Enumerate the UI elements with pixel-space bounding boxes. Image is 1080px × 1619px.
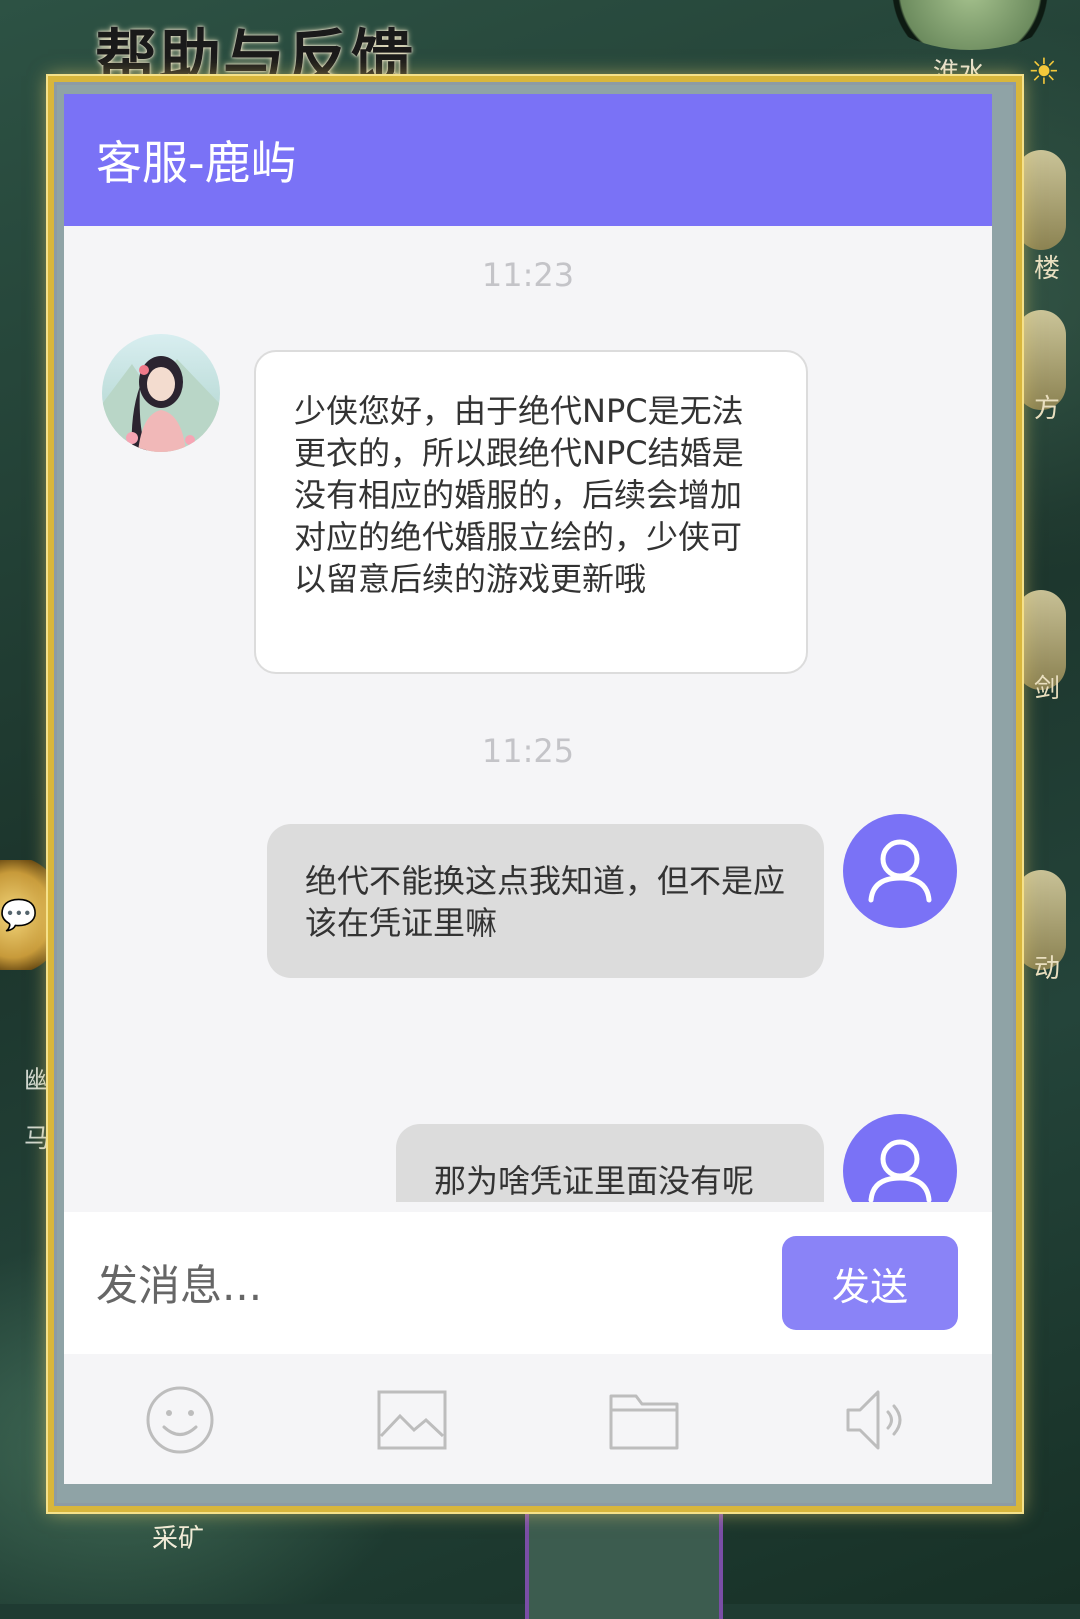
image-icon[interactable]: [376, 1384, 448, 1456]
folder-icon[interactable]: [608, 1384, 680, 1456]
agent-avatar[interactable]: [102, 334, 220, 452]
speaker-icon[interactable]: [840, 1384, 912, 1456]
side-label: 马: [24, 1124, 51, 1154]
user-message-bubble[interactable]: 那为啥凭证里面没有呢: [396, 1124, 824, 1202]
message-text: 绝代不能换这点我知道，但不是应该在凭证里嘛: [305, 862, 786, 942]
emoji-icon[interactable]: [144, 1384, 216, 1456]
chat-area[interactable]: 11:23 少侠您好，由于绝代NPC是无法更衣的，所以跟绝代NPC结婚是没有相应…: [64, 226, 992, 1202]
user-message-bubble[interactable]: 绝代不能换这点我知道，但不是应该在凭证里嘛: [267, 824, 824, 978]
side-label: 幽: [24, 1066, 51, 1096]
side-label: 动: [1033, 954, 1060, 984]
timestamp: 11:23: [481, 256, 575, 294]
side-menu-icon[interactable]: [1016, 150, 1066, 250]
toolbar: [64, 1354, 992, 1484]
user-icon: [868, 1139, 932, 1202]
dialog-header: 客服-鹿屿: [64, 94, 992, 226]
input-bar: 发送: [64, 1212, 992, 1354]
dialog-title: 客服-鹿屿: [96, 136, 297, 190]
user-icon: [868, 839, 932, 903]
sun-icon: ☀: [1027, 52, 1060, 93]
agent-portrait-icon: [102, 356, 220, 452]
message-text: 少侠您好，由于绝代NPC是无法更衣的，所以跟绝代NPC结婚是没有相应的婚服的，后…: [294, 392, 744, 598]
agent-message-bubble[interactable]: 少侠您好，由于绝代NPC是无法更衣的，所以跟绝代NPC结婚是没有相应的婚服的，后…: [254, 350, 808, 674]
user-avatar[interactable]: [843, 1114, 957, 1202]
send-button[interactable]: 发送: [782, 1236, 958, 1330]
user-avatar[interactable]: [843, 814, 957, 928]
bottom-label: 采矿: [152, 1524, 205, 1554]
message-text: 那为啥凭证里面没有呢: [434, 1162, 755, 1200]
bottom-card: [525, 1505, 723, 1619]
side-label: 楼: [1033, 254, 1060, 284]
support-dialog: 客服-鹿屿 11:23 少侠您好，由于绝代NPC是无法更衣的，所以跟绝代NPC结…: [64, 94, 992, 1484]
side-label: 剑: [1033, 674, 1060, 704]
message-input[interactable]: [94, 1252, 738, 1318]
timestamp: 11:25: [481, 732, 575, 770]
side-label: 方: [1033, 394, 1060, 424]
